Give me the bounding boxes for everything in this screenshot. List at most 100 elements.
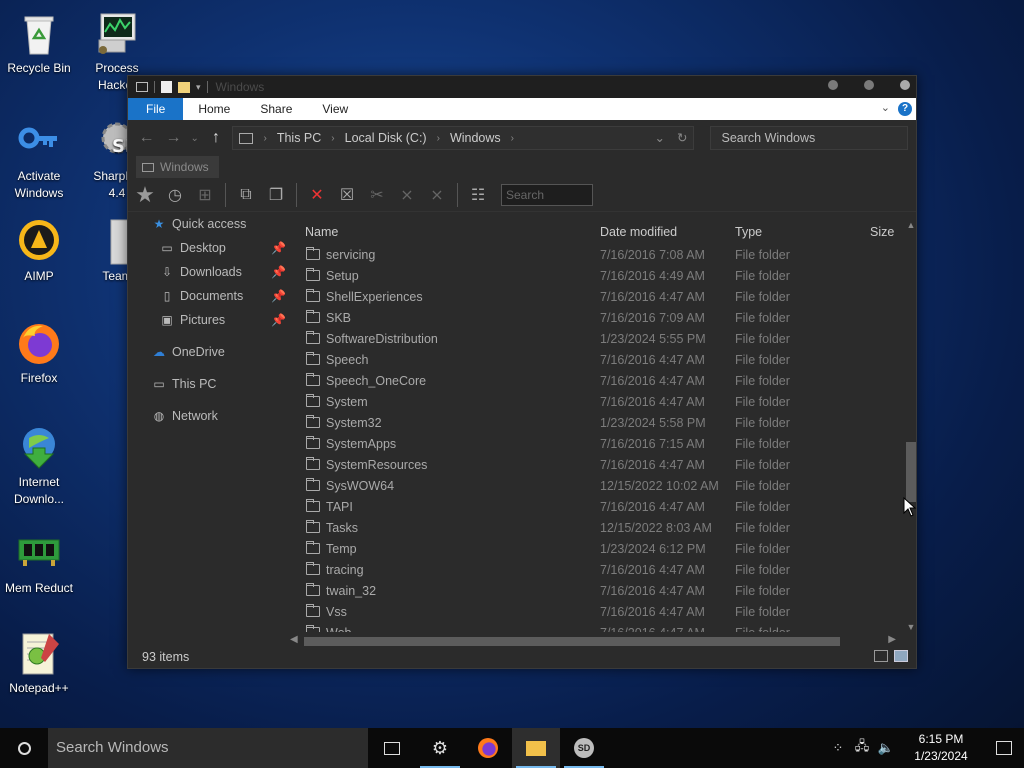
file-row[interactable]: Tasks 12/15/2022 8:03 AM File folder [290, 517, 906, 538]
maximize-button[interactable] [864, 80, 874, 90]
nav-downloads[interactable]: ⇩ Downloads 📌 [128, 260, 288, 284]
windows-flag-icon[interactable]: ⊞ [192, 182, 218, 208]
search-input[interactable]: Search Windows [710, 126, 908, 150]
breadcrumb-local-disk[interactable]: Local Disk (C:) [345, 131, 427, 145]
help-icon[interactable]: ? [898, 102, 912, 116]
taskbar-sharpdevelop[interactable]: SD [560, 728, 608, 768]
nav-documents[interactable]: ▯ Documents 📌 [128, 284, 288, 308]
folder-tab-windows[interactable]: Windows [136, 156, 219, 178]
rename-icon[interactable]: ⨯ [394, 182, 420, 208]
clock[interactable]: 6:15 PM 1/23/2024 [906, 731, 976, 765]
horizontal-scroll-thumb[interactable] [304, 637, 840, 646]
address-bar[interactable]: › This PC › Local Disk (C:) › Windows › … [232, 126, 695, 150]
column-header-name[interactable]: Name [305, 225, 338, 239]
file-row[interactable]: Web 7/16/2016 4:47 AM File folder [290, 622, 906, 632]
task-view-button[interactable] [368, 728, 416, 768]
nav-pictures[interactable]: ▣ Pictures 📌 [128, 308, 288, 332]
tab-share[interactable]: Share [245, 98, 307, 120]
move-to-icon[interactable]: ❐ [263, 182, 289, 208]
customize-qat-icon[interactable]: ▾ [196, 82, 201, 93]
forward-button[interactable]: → [163, 129, 184, 147]
refresh-icon[interactable]: ↻ [677, 130, 687, 145]
file-row[interactable]: Vss 7/16/2016 4:47 AM File folder [290, 601, 906, 622]
volume-muted-icon[interactable]: 🔈 [874, 740, 898, 756]
scroll-up-arrow-icon[interactable]: ▲ [906, 220, 916, 230]
file-row[interactable]: SystemApps 7/16/2016 7:15 AM File folder [290, 433, 906, 454]
taskbar-settings[interactable]: ⚙ [416, 728, 464, 768]
vertical-scroll-thumb[interactable] [906, 442, 916, 502]
file-row[interactable]: ShellExperiences 7/16/2016 4:47 AM File fo… [290, 286, 906, 307]
details-view-icon[interactable] [874, 650, 888, 662]
file-row[interactable]: SysWOW64 12/15/2022 10:02 AM File folder [290, 475, 906, 496]
chevron-right-icon[interactable]: › [331, 133, 334, 144]
toolbar-search-input[interactable]: Search [501, 183, 593, 206]
window-menu-icon[interactable] [136, 82, 148, 92]
favorites-star-icon[interactable]: ★ [132, 182, 158, 208]
people-icon[interactable]: ⁘ [826, 740, 850, 756]
file-row[interactable]: System 7/16/2016 4:47 AM File folder [290, 391, 906, 412]
file-row[interactable]: SKB 7/16/2016 7:09 AM File folder [290, 307, 906, 328]
taskbar-firefox[interactable] [464, 728, 512, 768]
chevron-right-icon[interactable]: › [263, 133, 266, 144]
remove-icon[interactable]: ⨯ [424, 182, 450, 208]
nav-quick-access[interactable]: ★ Quick access [128, 212, 288, 236]
file-row[interactable]: Speech_OneCore 7/16/2016 4:47 AM File fold… [290, 370, 906, 391]
nav-this-pc[interactable]: ▭ This PC [128, 372, 288, 396]
scroll-right-arrow-icon[interactable]: ▶ [888, 634, 896, 645]
nav-network[interactable]: ◍ Network [128, 404, 288, 428]
new-folder-icon[interactable] [178, 81, 190, 93]
taskbar-search-box[interactable]: Search Windows [48, 728, 368, 768]
minimize-button[interactable] [828, 80, 838, 90]
file-row[interactable]: servicing 7/16/2016 7:08 AM File folder [290, 244, 906, 265]
up-button[interactable]: ↑ [206, 129, 227, 147]
file-row[interactable]: SystemResources 7/16/2016 4:47 AM File fol… [290, 454, 906, 475]
column-header-date[interactable]: Date modified [600, 225, 677, 239]
vertical-scrollbar[interactable]: ▲ ▼ [906, 220, 916, 632]
file-row[interactable]: Setup 7/16/2016 4:49 AM File folder [290, 265, 906, 286]
scroll-left-arrow-icon[interactable]: ◀ [290, 634, 298, 645]
tab-file[interactable]: File [128, 98, 184, 120]
chevron-right-icon[interactable]: › [511, 133, 514, 144]
desktop-icon-firefox[interactable]: Firefox [0, 320, 78, 387]
large-icons-view-icon[interactable] [894, 650, 908, 662]
breadcrumb-this-pc[interactable]: This PC [277, 131, 321, 145]
file-row[interactable]: System32 1/23/2024 5:58 PM File folder [290, 412, 906, 433]
desktop-icon-idm[interactable]: Internet Downlo... [0, 424, 78, 508]
file-row[interactable]: Speech 7/16/2016 4:47 AM File folder [290, 349, 906, 370]
file-row[interactable]: Temp 1/23/2024 6:12 PM File folder [290, 538, 906, 559]
history-icon[interactable]: ◷ [162, 182, 188, 208]
file-row[interactable]: TAPI 7/16/2016 4:47 AM File folder [290, 496, 906, 517]
chevron-right-icon[interactable]: › [437, 133, 440, 144]
breadcrumb-windows[interactable]: Windows [450, 131, 501, 145]
properties-icon[interactable] [161, 81, 172, 93]
nav-onedrive[interactable]: ☁ OneDrive [128, 340, 288, 364]
back-button[interactable]: ← [136, 129, 157, 147]
file-row[interactable]: tracing 7/16/2016 4:47 AM File folder [290, 559, 906, 580]
title-bar[interactable]: ▾ Windows [128, 76, 916, 98]
column-header-type[interactable]: Type [735, 225, 762, 239]
close-button[interactable] [900, 80, 910, 90]
file-row[interactable]: twain_32 7/16/2016 4:47 AM File folder [290, 580, 906, 601]
action-center-button[interactable] [984, 741, 1024, 755]
desktop-icon-activate-windows[interactable]: Activate Windows [0, 118, 78, 202]
cut-icon[interactable]: ✂ [364, 182, 390, 208]
taskbar-file-explorer[interactable] [512, 728, 560, 768]
desktop-icon-aimp[interactable]: AIMP [0, 218, 78, 285]
nav-desktop[interactable]: ▭ Desktop 📌 [128, 236, 288, 260]
copy-to-icon[interactable]: ⧉ [233, 182, 259, 208]
file-row[interactable]: SoftwareDistribution 1/23/2024 5:55 PM Fil… [290, 328, 906, 349]
scroll-down-arrow-icon[interactable]: ▼ [906, 622, 916, 632]
desktop-icon-recycle-bin[interactable]: Recycle Bin [0, 10, 78, 77]
delete-icon[interactable]: ✕ [304, 182, 330, 208]
address-dropdown-icon[interactable]: ⌄ [655, 130, 665, 145]
view-options-icon[interactable]: ☷ [465, 182, 491, 208]
tab-home[interactable]: Home [183, 98, 245, 120]
ribbon-expand-icon[interactable]: ⌄ [881, 101, 890, 114]
desktop-icon-memreduct[interactable]: Mem Reduct [0, 530, 78, 597]
recent-locations-icon[interactable]: ⌄ [190, 133, 200, 144]
desktop-icon-notepadpp[interactable]: Notepad++ [0, 630, 78, 697]
tab-view[interactable]: View [307, 98, 363, 120]
network-status-icon[interactable]: 🖧 [850, 737, 874, 759]
column-header-size[interactable]: Size [870, 225, 894, 239]
delete-permanently-icon[interactable]: ☒ [334, 182, 360, 208]
